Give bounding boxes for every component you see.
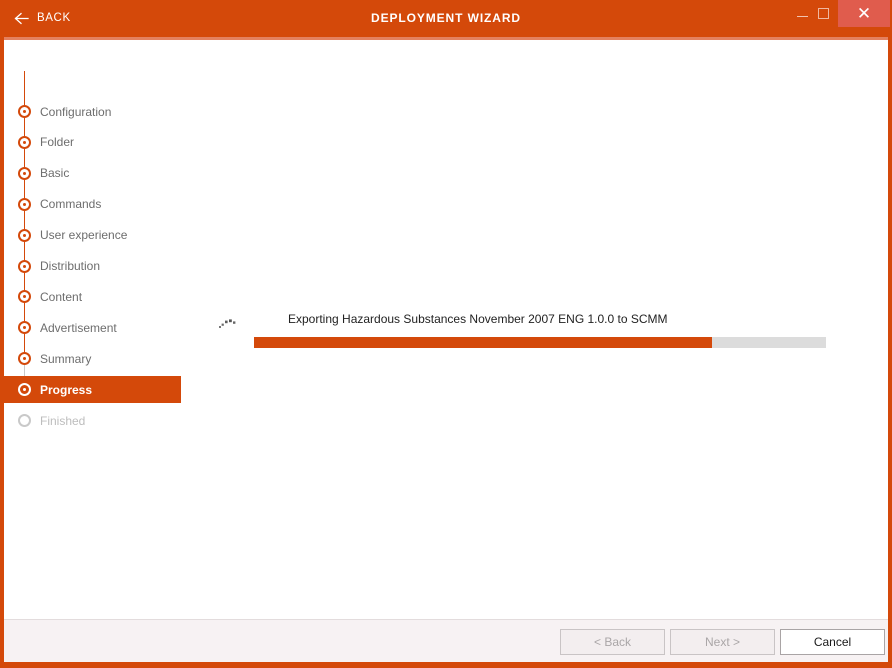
sidebar-step-finished[interactable]: Finished [4,407,181,434]
step-label: Finished [40,413,86,428]
cancel-button[interactable]: Cancel [780,629,885,655]
step-marker-dot [23,110,26,113]
sidebar-step-progress[interactable]: Progress [4,376,181,404]
window-frame-bottom [0,662,892,668]
progress-panel: Exporting Hazardous Substances November … [181,40,888,619]
step-marker-dot [23,295,26,299]
step-marker-icon [18,321,31,335]
wizard-body: Configuration Folder Basic Commands User exp… [4,40,888,619]
step-marker-dot [23,357,26,361]
sidebar-step-commands[interactable]: Commands [4,191,181,218]
wizard-footer: < Back Next > Cancel [4,619,888,662]
maximize-button[interactable] [808,0,838,27]
step-label: Advertisement [40,320,117,335]
sidebar-step-configuration[interactable]: Configuration [4,98,181,125]
progress-bar-fill [254,337,712,348]
step-label: Content [40,289,83,304]
step-marker-dot [23,388,26,392]
current-task-row: Exporting Hazardous Substances November … [219,312,859,334]
step-label: User experience [40,228,128,243]
step-marker-icon [18,135,31,149]
sidebar-step-summary[interactable]: Summary [4,345,181,372]
step-marker-dot [23,326,26,330]
sidebar-step-user-experience[interactable]: User experience [4,222,181,249]
step-marker-icon [18,105,31,118]
step-marker-dot [23,264,26,268]
step-marker-icon [18,290,31,304]
title-bar: BACK DEPLOYMENT WIZARD ✕ [0,0,892,37]
step-marker-icon [18,228,31,242]
step-marker-icon [18,197,31,211]
maximize-icon [817,8,829,19]
step-label: Distribution [40,259,101,273]
step-marker-icon [18,383,31,397]
close-icon: ✕ [856,4,872,23]
sidebar-step-content[interactable]: Content [4,283,181,310]
step-marker-dot [23,233,26,237]
next-nav-button[interactable]: Next > [670,629,775,655]
current-task-label: Exporting Hazardous Substances November … [288,312,668,326]
step-marker-icon [18,166,31,180]
step-label: Commands [40,197,102,212]
step-marker-dot [23,171,26,175]
wizard-step-list: Configuration Folder Basic Commands User exp… [4,40,181,619]
step-label: Progress [40,382,93,397]
step-marker-dot [23,419,26,422]
deployment-wizard-window: BACK DEPLOYMENT WIZARD ✕ Configuration Fo… [0,0,892,668]
window-title: DEPLOYMENT WIZARD [371,11,521,25]
back-nav-button[interactable]: < Back [560,629,665,655]
step-marker-icon [18,414,31,427]
progress-bar-track [254,337,826,348]
loading-spinner-icon [219,315,237,329]
step-label: Basic [40,166,70,181]
step-label: Configuration [40,104,112,119]
step-label: Folder [40,135,75,150]
minimize-icon [796,16,808,17]
sidebar-step-distribution[interactable]: Distribution [4,253,181,280]
close-button[interactable]: ✕ [838,0,890,27]
step-marker-dot [23,140,26,144]
window-frame-right [888,37,892,668]
sidebar-step-advertisement[interactable]: Advertisement [4,314,181,341]
step-marker-icon [18,352,31,366]
step-marker-dot [23,202,26,206]
step-label: Summary [40,351,92,366]
sidebar-step-folder[interactable]: Folder [4,129,181,156]
step-marker-icon [18,259,31,273]
sidebar-step-basic[interactable]: Basic [4,160,181,187]
